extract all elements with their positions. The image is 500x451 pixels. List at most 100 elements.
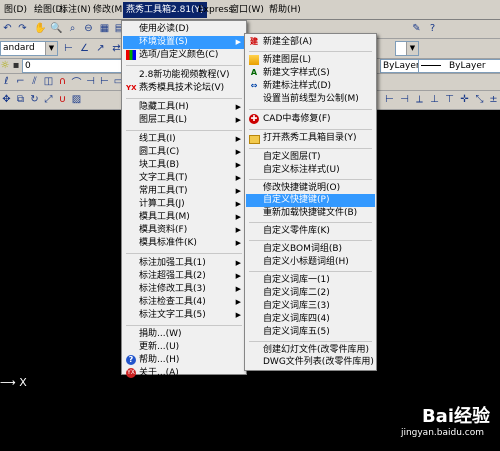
line-icon[interactable]: ℓ xyxy=(0,75,13,88)
move-icon[interactable]: ✥ xyxy=(0,93,13,106)
menu-item-dim-enhance[interactable]: 标注加强工具(1) ▶ xyxy=(123,257,245,270)
layer-bulb-icon[interactable]: ☼ xyxy=(0,60,10,71)
properties-icon[interactable]: ▦ xyxy=(98,22,111,35)
lineweight-button[interactable]: 0.2 xyxy=(383,152,396,161)
dim-radius-icon[interactable]: ↗ xyxy=(94,42,107,55)
menu-item-environment-settings[interactable]: 环境设置(S) ▶ xyxy=(123,36,245,49)
menu-item-custom-dict-3[interactable]: 自定义词库三(3) xyxy=(246,300,375,313)
menu-item-mold-data[interactable]: 模具资料(F) ▶ xyxy=(123,224,245,237)
menu-help[interactable]: 帮助(H) xyxy=(267,3,303,17)
menu-item-donate[interactable]: 捐助...(W) xyxy=(123,328,245,341)
polyline-icon[interactable]: ⌐ xyxy=(14,75,27,88)
undo-icon[interactable]: ↶ xyxy=(1,22,14,35)
menu-item-new-text-style[interactable]: A 新建文字样式(S) xyxy=(246,67,375,80)
lineweight-button[interactable]: 5.0 xyxy=(483,152,496,161)
menu-item-custom-parts-lib[interactable]: 自定义零件库(K) xyxy=(246,225,375,238)
menu-item-dim-text[interactable]: 标注文字工具(5) ▶ xyxy=(123,309,245,322)
hatch-icon[interactable]: ▨ xyxy=(70,93,83,106)
dim-style-icon[interactable]: ⊢ xyxy=(62,42,75,55)
layer-combo[interactable]: 0 xyxy=(22,59,126,73)
zoom-window-icon[interactable]: ⌕ xyxy=(66,22,79,35)
menu-item-mold-standard-parts[interactable]: 模具标准件(K) ▶ xyxy=(123,237,245,250)
lineweight-button[interactable]: 4.0 xyxy=(468,152,481,161)
menu-item-video-tutorial[interactable]: 2.8新功能视频教程(V) xyxy=(123,69,245,82)
menu-item-hidden-tools[interactable]: 隐藏工具(H) ▶ xyxy=(123,101,245,114)
menu-item-custom-dict-1[interactable]: 自定义词库一(1) xyxy=(246,274,375,287)
mirror-icon[interactable]: ◫ xyxy=(42,75,55,88)
color-combo[interactable]: ▼ xyxy=(395,41,419,56)
menu-item-custom-dict-4[interactable]: 自定义词库四(4) xyxy=(246,313,375,326)
scale-icon[interactable]: ⤢ xyxy=(42,93,55,106)
dim-tolerance-icon[interactable]: ± xyxy=(487,93,500,106)
menu-item-custom-dict-5[interactable]: 自定义词库五(5) xyxy=(246,326,375,339)
markup-icon[interactable]: ✎ xyxy=(410,22,423,35)
fillet-icon[interactable]: ⌒ xyxy=(70,75,83,89)
menu-item-custom-dim-style[interactable]: 自定义标注样式(U) xyxy=(246,164,375,177)
offset-icon[interactable]: ⫽ xyxy=(28,75,41,88)
magnet-icon[interactable]: ∪ xyxy=(56,93,69,106)
menu-item-line-tools[interactable]: 线工具(I) ▶ xyxy=(123,133,245,146)
pan-icon[interactable]: ✋ xyxy=(34,22,47,35)
menu-item-about[interactable]: YX 关于...(A) xyxy=(123,367,245,378)
menu-item-mold-tools[interactable]: 模具工具(M) ▶ xyxy=(123,211,245,224)
menu-item-custom-bom[interactable]: 自定义BOM词组(B) xyxy=(246,243,375,256)
lineweight-combo[interactable]: ByLayer xyxy=(418,59,500,73)
menu-item-block-tools[interactable]: 块工具(B) ▶ xyxy=(123,159,245,172)
menu-item-dwg-list[interactable]: DWG文件列表(改零件库用) xyxy=(246,356,375,369)
menu-item-text-tools[interactable]: 文字工具(T) ▶ xyxy=(123,172,245,185)
layer-lock-icon[interactable]: ▪ xyxy=(11,60,21,71)
lineweight-button[interactable]: 0.3 xyxy=(397,152,410,161)
dim-angle-icon[interactable]: ∠ xyxy=(78,42,91,55)
menu-item-calc-tools[interactable]: 计算工具(J) ▶ xyxy=(123,198,245,211)
menu-item-custom-dict-2[interactable]: 自定义词库二(2) xyxy=(246,287,375,300)
menu-item-options-color[interactable]: 选项/自定义颜色(C) xyxy=(123,49,245,62)
linetype-combo[interactable]: ByLayer xyxy=(380,59,419,73)
menu-item-reload-shortcut[interactable]: 重新加载快捷键文件(B) xyxy=(246,207,375,220)
menu-item-update[interactable]: 更新...(U) xyxy=(123,341,245,354)
menu-dimension[interactable]: 标注(N) xyxy=(57,3,93,17)
menu-item-dim-check[interactable]: 标注检查工具(4) ▶ xyxy=(123,296,245,309)
menu-view[interactable]: 图(D) xyxy=(2,3,29,17)
menu-item-layer-tools[interactable]: 图层工具(L) ▶ xyxy=(123,114,245,127)
dim-linear-icon[interactable]: ⊢ xyxy=(383,93,396,106)
zoom-previous-icon[interactable]: ⊖ xyxy=(82,22,95,35)
menu-window[interactable]: 窗口(W) xyxy=(228,3,266,17)
help-toolbar-icon[interactable]: ? xyxy=(426,22,439,35)
menu-item-open-toolbox-dir[interactable]: 打开燕秀工具箱目录(Y) xyxy=(246,132,375,145)
lineweight-button[interactable]: 0.5 xyxy=(411,152,424,161)
menu-item-dim-modify[interactable]: 标注修改工具(3) ▶ xyxy=(123,283,245,296)
lineweight-button[interactable]: 1.0 xyxy=(425,152,438,161)
dim-baseline-icon[interactable]: ⊥ xyxy=(428,93,441,106)
dim-center-icon[interactable]: ✛ xyxy=(458,93,471,106)
text-style-combo[interactable]: andard ▼ xyxy=(0,41,58,56)
dim-aligned-icon[interactable]: ⊣ xyxy=(398,93,411,106)
lineweight-button[interactable]: 3.0 xyxy=(454,152,467,161)
redo-icon[interactable]: ↷ xyxy=(16,22,29,35)
menu-item-label: 关于...(A) xyxy=(139,368,179,378)
menu-item-set-metric-linetype[interactable]: 设置当前线型为公制(M) xyxy=(246,93,375,106)
copy-icon[interactable]: ⧉ xyxy=(14,93,27,106)
dim-edit-icon[interactable]: ⤡ xyxy=(473,93,486,106)
menu-item-new-dim-style[interactable]: ⇔ 新建标注样式(D) xyxy=(246,80,375,93)
menu-item-custom-subtitle[interactable]: 自定义小标题词组(H) xyxy=(246,256,375,269)
lineweight-button[interactable]: 2.0 xyxy=(440,152,453,161)
menu-item-common-tools[interactable]: 常用工具(T) ▶ xyxy=(123,185,245,198)
menu-item-cad-virus-fix[interactable]: ✚ CAD中毒修复(F) xyxy=(246,113,375,126)
menu-item-new-layer[interactable]: 新建图层(L) xyxy=(246,54,375,67)
menu-item-custom-shortcut[interactable]: 自定义快捷键(P) xyxy=(246,194,375,207)
menu-item-circle-tools[interactable]: 圆工具(C) ▶ xyxy=(123,146,245,159)
trim-icon[interactable]: ⊣ xyxy=(84,75,97,88)
menu-item-new-all[interactable]: 建新建全部(A) xyxy=(246,36,375,49)
menu-yanxiu-toolbox[interactable]: 燕秀工具箱2.81(Y) xyxy=(123,2,207,18)
menu-item-custom-layer[interactable]: 自定义图层(T) xyxy=(246,151,375,164)
menu-item-dim-super[interactable]: 标注超强工具(2) ▶ xyxy=(123,270,245,283)
rotate-icon[interactable]: ↻ xyxy=(28,93,41,106)
zoom-realtime-icon[interactable]: 🔍 xyxy=(50,22,63,35)
extend-icon[interactable]: ⊢ xyxy=(98,75,111,88)
menu-item-help[interactable]: ? 帮助...(H) xyxy=(123,354,245,367)
menu-item-must-read[interactable]: 使用必读(D) xyxy=(123,23,245,36)
dim-ordinate-icon[interactable]: ⟂ xyxy=(413,93,426,106)
arc-icon[interactable]: ∩ xyxy=(56,75,69,88)
dim-continue-icon[interactable]: ⊤ xyxy=(443,93,456,106)
menu-item-forum[interactable]: YX 燕秀模具技术论坛(V) xyxy=(123,82,245,95)
